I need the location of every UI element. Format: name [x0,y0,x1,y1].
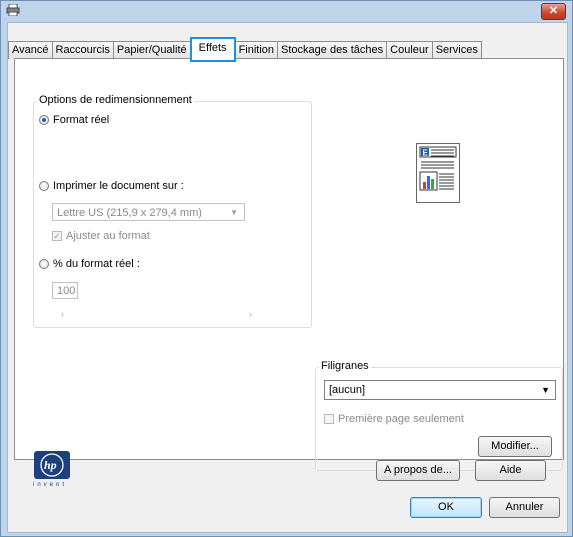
percent-option[interactable]: % du format réel : [39,258,140,270]
fit-to-size-option[interactable]: ✓ Ajuster au format [52,230,150,242]
about-button[interactable]: A propos de... [376,460,460,481]
dialog-client-area: Avancé Raccourcis Papier/Qualité Effets … [7,22,568,533]
resize-options-title: Options de redimensionnement [37,94,194,106]
chevron-down-icon: ▼ [541,385,550,395]
slider-left-arrow[interactable]: ‹ [61,309,64,319]
close-button[interactable]: ✕ [541,3,566,20]
watermark-select[interactable]: [aucun] ▼ [324,380,556,400]
effects-tab-panel: Options de redimensionnement Format réel… [14,58,564,471]
tab-advanced[interactable]: Avancé [8,41,53,59]
tab-effects[interactable]: Effets [189,37,236,62]
first-page-only-label: Première page seulement [338,413,464,425]
watermarks-group: Filigranes [aucun] ▼ Première page seule… [315,360,563,471]
watermarks-title: Filigranes [319,360,371,372]
tab-shortcuts[interactable]: Raccourcis [51,41,114,59]
percent-radio[interactable] [39,259,49,269]
actual-size-option[interactable]: Format réel [39,114,109,126]
percent-slider[interactable]: ‹ › [52,309,260,323]
print-on-radio[interactable] [39,181,49,191]
slider-right-arrow[interactable]: › [249,309,252,319]
tab-color[interactable]: Couleur [386,41,433,59]
watermark-select-value: [aucun] [329,384,366,396]
hp-logo-mark: hp [44,458,57,472]
actual-size-label: Format réel [53,114,110,126]
title-bar: ✕ [1,1,572,21]
fit-to-size-checkbox[interactable]: ✓ [52,231,62,241]
tab-finishing[interactable]: Finition [234,41,279,59]
paper-size-value: Lettre US (215,9 x 279,4 mm) [57,207,202,219]
first-page-only-option[interactable]: Première page seulement [324,413,464,425]
document-preview-icon: E [419,146,457,191]
resize-options-group: Options de redimensionnement Format réel… [33,94,312,328]
actual-size-radio[interactable] [39,115,49,125]
hp-logo: hp [34,451,70,479]
hp-invent-tagline: invent [33,482,68,488]
help-button[interactable]: Aide [475,460,546,481]
tab-services[interactable]: Services [431,41,482,59]
cancel-button[interactable]: Annuler [489,497,560,518]
tab-paper-quality[interactable]: Papier/Qualité [112,41,191,59]
paper-size-select[interactable]: Lettre US (215,9 x 279,4 mm) ▼ [52,203,245,221]
ok-button[interactable]: OK [410,497,482,518]
printer-icon [6,4,20,16]
tab-strip: Avancé Raccourcis Papier/Qualité Effets … [8,37,482,62]
fit-to-size-label: Ajuster au format [66,230,150,242]
edit-watermark-button[interactable]: Modifier... [478,436,552,457]
print-on-label: Imprimer le document sur : [53,180,184,192]
hp-logo-icon: hp [40,453,64,477]
percent-input[interactable]: 100 [52,282,78,299]
chevron-down-icon: ▼ [230,208,238,217]
preview-header-letter: E [423,149,429,158]
print-on-option[interactable]: Imprimer le document sur : [39,180,184,192]
page-preview: E [416,143,460,203]
percent-label: % du format réel : [53,258,140,270]
first-page-only-checkbox[interactable] [324,414,334,424]
printer-properties-window: ✕ Avancé Raccourcis Papier/Qualité Effet… [0,0,573,537]
tab-job-storage[interactable]: Stockage des tâches [277,41,388,59]
